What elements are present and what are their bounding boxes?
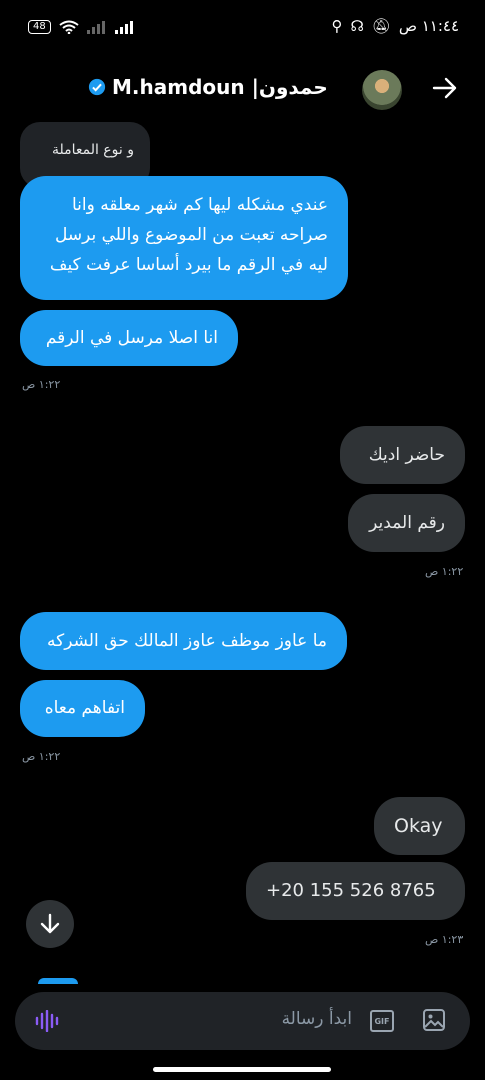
status-left: 48 xyxy=(28,20,135,34)
message-timestamp: ١:٢٣ ص xyxy=(425,933,464,946)
message-incoming-1[interactable]: عندي مشكله ليها كم شهر معلقه وانا صراحه … xyxy=(20,176,348,300)
message-peek xyxy=(38,978,78,984)
message-outgoing-2[interactable]: رقم المدير xyxy=(348,494,465,552)
back-arrow-icon[interactable] xyxy=(431,76,459,100)
conversation-title-group[interactable]: M.hamdoun |حمدون xyxy=(88,75,328,99)
bell-muted-icon: 🔕︎ xyxy=(371,17,391,35)
message-outgoing-3[interactable]: Okay xyxy=(374,797,465,855)
usb-icon: ⚲ xyxy=(331,17,343,35)
headphones-icon: ☊ xyxy=(350,17,364,35)
battery-icon: 48 xyxy=(28,20,51,34)
conversation-title: M.hamdoun |حمدون xyxy=(112,75,328,99)
message-input[interactable]: ابدأ رسالة xyxy=(282,1009,352,1029)
wifi-icon xyxy=(59,20,79,34)
message-line: ليه في الرقم ما بيرد أساسا عرفت كيف xyxy=(49,255,328,275)
message-timestamp: ١:٢٢ ص xyxy=(425,565,464,578)
status-bar: 48 ⚲ ☊ 🔕︎ ١١:٤٤ ص xyxy=(0,0,485,58)
message-incoming-4[interactable]: اتفاهم معاه xyxy=(20,680,145,737)
avatar[interactable] xyxy=(362,70,402,110)
gif-button[interactable]: GIF xyxy=(370,1010,394,1032)
scroll-to-bottom-button[interactable] xyxy=(26,900,74,948)
signal-weak-icon xyxy=(86,21,105,34)
message-timestamp: ١:٢٢ ص xyxy=(22,750,61,763)
verified-badge-icon xyxy=(88,78,106,96)
home-indicator xyxy=(153,1067,331,1072)
status-right: ⚲ ☊ 🔕︎ ١١:٤٤ ص xyxy=(331,17,459,35)
message-line: عندي مشكله ليها كم شهر معلقه وانا xyxy=(71,195,328,215)
voice-message-icon[interactable] xyxy=(35,1010,59,1032)
arrow-down-icon xyxy=(40,913,60,934)
conversation-header: M.hamdoun |حمدون xyxy=(0,62,485,116)
message-timestamp: ١:٢٢ ص xyxy=(22,378,61,391)
message-line: صراحه تعبت من الموضوع واللي برسل xyxy=(55,225,328,245)
message-composer: ابدأ رسالة GIF xyxy=(15,992,470,1050)
message-incoming-3[interactable]: ما عاوز موظف عاوز المالك حق الشركه xyxy=(20,612,347,670)
status-time: ١١:٤٤ ص xyxy=(398,17,459,35)
signal-icon xyxy=(114,21,133,34)
message-outgoing-4[interactable]: +20 155 526 8765 xyxy=(246,862,465,920)
message-incoming-2[interactable]: انا اصلا مرسل في الرقم xyxy=(20,310,238,366)
message-outgoing-1[interactable]: حاضر اديك xyxy=(340,426,465,484)
image-icon[interactable] xyxy=(422,1008,446,1032)
